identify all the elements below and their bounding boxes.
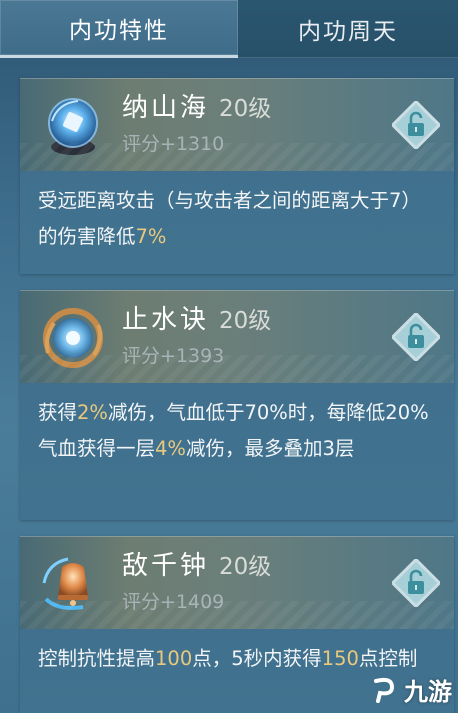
- title-row: 止水诀 20级: [122, 299, 271, 336]
- skill-description: 获得2%减伤，气血低于70%时，每降低20%气血获得一层4%减伤，最多叠加3层: [38, 401, 429, 460]
- lock-open-icon[interactable]: [392, 559, 440, 607]
- tab-neigong-cycle[interactable]: 内功周天: [238, 0, 458, 58]
- card-header: 敌千钟 20级 评分+1409: [20, 536, 454, 629]
- card-header: 止水诀 20级 评分+1393: [20, 290, 454, 383]
- watermark: 九游: [370, 672, 452, 707]
- skill-card-nashanhai: 纳山海 20级 评分+1310 受远距离攻击（与攻击者之间的距离大于7）的伤害降…: [20, 78, 454, 274]
- skill-name: 敌千钟: [122, 551, 210, 581]
- title-row: 敌千钟 20级: [122, 545, 271, 582]
- title-row: 纳山海 20级: [122, 87, 271, 124]
- jiuyou-logo-icon: [374, 677, 395, 703]
- skill-icon-nashanhai: [48, 98, 98, 155]
- lock-open-icon[interactable]: [392, 101, 440, 149]
- skill-score: 评分+1409: [122, 591, 225, 613]
- lock-open-icon[interactable]: [392, 313, 440, 361]
- skill-name: 止水诀: [122, 305, 210, 335]
- watermark-text: 九游: [404, 678, 452, 706]
- skill-icon-diqianzhong: [42, 557, 88, 610]
- tab-neigong-traits[interactable]: 内功特性: [0, 0, 238, 58]
- skill-level: 20级: [219, 96, 272, 122]
- skill-level: 20级: [219, 308, 272, 334]
- skill-description: 受远距离攻击（与攻击者之间的距离大于7）的伤害降低7%: [38, 189, 421, 248]
- skill-icon-zhishuijue: [43, 308, 103, 368]
- tab-bar: 内功特性 内功周天: [0, 0, 458, 60]
- card-header: 纳山海 20级 评分+1310: [20, 78, 454, 171]
- skill-score: 评分+1310: [122, 133, 225, 155]
- skill-card-zhishuijue: 止水诀 20级 评分+1393 获得2%减伤，气血低于70%时，每降低20%气血…: [20, 290, 454, 520]
- skill-name: 纳山海: [122, 93, 210, 123]
- skill-level: 20级: [219, 554, 272, 580]
- skill-score: 评分+1393: [122, 345, 225, 367]
